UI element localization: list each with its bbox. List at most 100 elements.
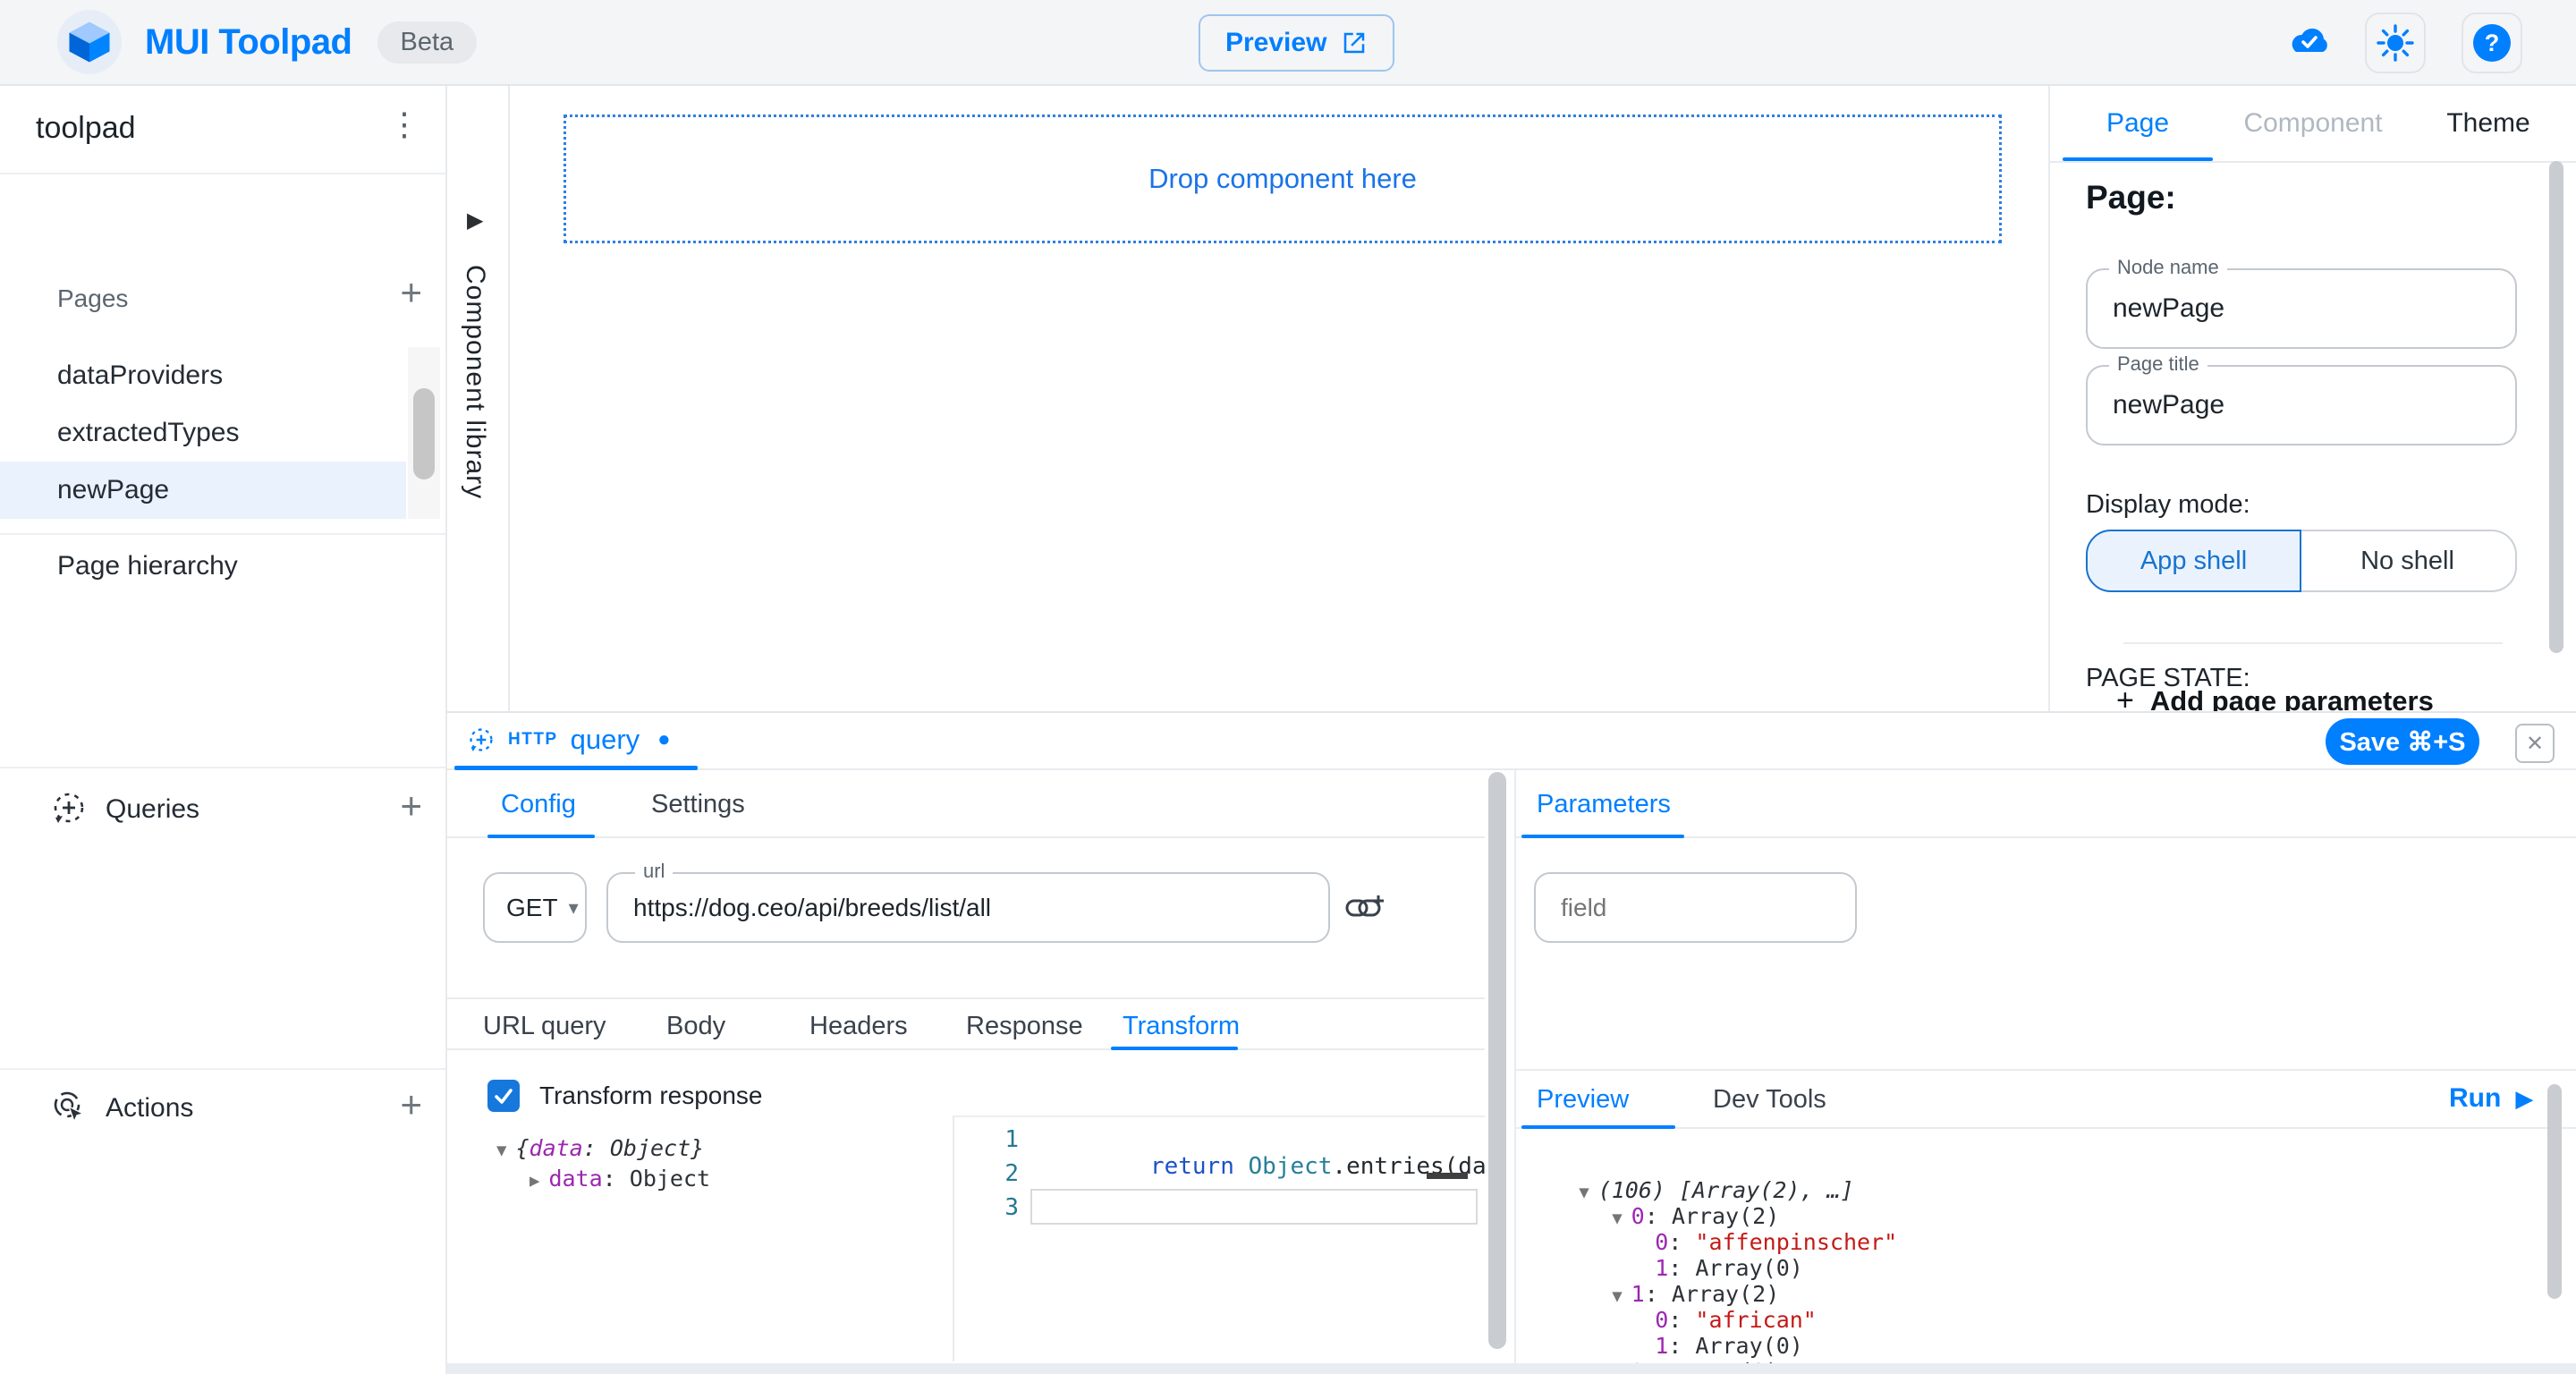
preview-scrollbar-thumb[interactable] <box>2547 1084 2562 1299</box>
tab-settings[interactable]: Settings <box>651 790 745 819</box>
tab-headers[interactable]: Headers <box>809 1012 908 1041</box>
config-tabs-row: Config Settings <box>447 770 1485 838</box>
url-field[interactable]: url <box>606 872 1330 943</box>
save-button[interactable]: Save ⌘+S <box>2326 718 2479 765</box>
divider <box>0 173 445 174</box>
add-action-button[interactable]: + <box>400 1086 422 1124</box>
no-shell-label: No shell <box>2360 547 2454 576</box>
expanded-icon[interactable]: ▼ <box>496 1141 506 1160</box>
line-number: 3 <box>954 1194 1019 1221</box>
json-tree-row[interactable]: ▼(106) [Array(2), …] <box>1514 1151 2543 1177</box>
json-tree-row[interactable]: 1: Array(0) <box>1514 1229 2543 1255</box>
tab-component[interactable]: Component <box>2225 86 2401 161</box>
query-tab-row: HTTP query ● Save ⌘+S ✕ <box>447 713 2576 770</box>
json-tree-row[interactable]: ▼2: Array(2) <box>1514 1333 2543 1359</box>
tab-body[interactable]: Body <box>666 1012 725 1041</box>
close-icon: ✕ <box>2526 731 2544 757</box>
sidebar-item-dataproviders[interactable]: dataProviders <box>0 347 406 404</box>
preview-button[interactable]: Preview <box>1199 14 1394 72</box>
sidebar-item-newpage-selected[interactable]: newPage <box>0 462 406 519</box>
tab-page[interactable]: Page <box>2050 86 2225 161</box>
queries-section-title: Queries <box>106 794 199 825</box>
run-button[interactable]: Run ▶ <box>2449 1083 2533 1114</box>
node-name-input[interactable] <box>2088 270 2515 347</box>
node-name-label: Node name <box>2109 256 2227 279</box>
tab-preview[interactable]: Preview <box>1537 1085 1629 1115</box>
beta-badge: Beta <box>377 21 478 64</box>
display-mode-no-shell[interactable]: No shell <box>2300 530 2517 592</box>
page-title-input[interactable] <box>2088 367 2515 444</box>
sidebar-item-extractedtypes[interactable]: extractedTypes <box>0 404 406 462</box>
url-input[interactable] <box>608 874 1328 941</box>
json-tree-row[interactable]: ▼1: Array(2) <box>1514 1255 2543 1281</box>
inspector-panel: Page Component Theme Page: Node name Pag… <box>2048 86 2576 711</box>
tab-dev-tools[interactable]: Dev Tools <box>1713 1085 1826 1115</box>
transform-underline <box>1111 1047 1238 1050</box>
component-library-strip[interactable]: ▶ Component library <box>447 86 510 711</box>
project-menu-button[interactable]: ⋮ <box>388 106 420 143</box>
transform-code-editor[interactable]: 1 2 3 return Object.entries(data.messag <box>953 1115 1485 1361</box>
page-item-label: extractedTypes <box>57 418 239 448</box>
query-tab[interactable]: HTTP query ● <box>467 713 671 767</box>
project-sidebar: toolpad ⋮ Pages + dataProviders extracte… <box>0 86 447 1374</box>
help-button[interactable]: ? <box>2462 13 2522 73</box>
config-underline <box>487 835 595 838</box>
theme-toggle-button[interactable] <box>2365 13 2426 73</box>
mui-logo-icon <box>65 18 114 66</box>
http-query-icon <box>467 725 496 754</box>
panel-splitter-scrollbar[interactable] <box>1488 772 1506 1349</box>
queries-icon <box>50 789 88 833</box>
parameters-underline <box>1521 835 1684 838</box>
parameter-field-input[interactable] <box>1536 874 1855 941</box>
node-name-field[interactable]: Node name <box>2086 268 2517 349</box>
horizontal-scrollbar-track[interactable] <box>447 1363 2576 1374</box>
page-section-heading: Page: <box>2086 179 2176 216</box>
code-keyword: return <box>1150 1153 1234 1180</box>
transform-response-checkbox[interactable] <box>487 1080 520 1112</box>
display-mode-app-shell[interactable]: App shell <box>2086 530 2301 592</box>
parameter-field[interactable] <box>1534 872 1857 943</box>
help-icon: ? <box>2471 22 2512 64</box>
page-canvas: Drop component here <box>510 86 2048 711</box>
method-value: GET <box>506 894 558 922</box>
add-link-icon[interactable] <box>1344 888 1387 928</box>
inspector-scrollbar-thumb[interactable] <box>2549 161 2563 653</box>
add-page-parameters-button[interactable]: + Add page parameters <box>2116 683 2434 711</box>
preview-underline <box>1521 1125 1675 1129</box>
tab-response[interactable]: Response <box>966 1012 1083 1041</box>
scope-tree-child[interactable]: ▶data: Object <box>530 1166 710 1192</box>
tab-theme[interactable]: Theme <box>2401 86 2576 161</box>
json-tree-row[interactable]: 0: "african" <box>1514 1281 2543 1307</box>
sidebar-item-page-hierarchy[interactable]: Page hierarchy <box>57 551 238 581</box>
external-link-icon <box>1341 30 1368 56</box>
display-mode-label: Display mode: <box>2086 490 2250 520</box>
json-tree-row[interactable]: 0: "affenpinscher" <box>1514 1203 2543 1229</box>
save-button-label: Save ⌘+S <box>2339 726 2465 758</box>
scope-tree-root[interactable]: ▼{data: Object} <box>496 1135 704 1161</box>
add-query-button[interactable]: + <box>400 787 422 825</box>
tab-url-query[interactable]: URL query <box>483 1012 606 1041</box>
page-title-field[interactable]: Page title <box>2086 365 2517 445</box>
tab-parameters[interactable]: Parameters <box>1537 790 1671 819</box>
tab-component-label: Component <box>2243 108 2382 139</box>
collapsed-icon[interactable]: ▶ <box>530 1171 539 1191</box>
project-header: toolpad ⋮ <box>0 86 445 173</box>
tab-transform[interactable]: Transform <box>1123 1012 1240 1041</box>
pages-scrollbar-track[interactable] <box>408 347 440 519</box>
scope-root-type: : Object} <box>583 1135 704 1161</box>
method-select[interactable]: GET ▾ <box>483 872 587 943</box>
expand-library-icon[interactable]: ▶ <box>467 208 483 233</box>
page-item-label: dataProviders <box>57 360 223 391</box>
drop-component-target[interactable]: Drop component here <box>564 114 2002 243</box>
code-object: Object <box>1234 1153 1333 1180</box>
sidebar-item-dataproviders[interactable] <box>0 261 406 318</box>
unsaved-indicator-dot: ● <box>657 727 671 752</box>
line-number: 1 <box>954 1126 1019 1153</box>
close-panel-button[interactable]: ✕ <box>2515 724 2555 763</box>
pages-scrollbar-thumb[interactable] <box>413 388 435 479</box>
json-tree-row[interactable]: ▼0: Array(2) <box>1514 1177 2543 1203</box>
tab-theme-label: Theme <box>2446 108 2529 139</box>
json-tree-row[interactable]: 1: Array(0) <box>1514 1307 2543 1333</box>
run-play-icon: ▶ <box>2515 1085 2533 1113</box>
tab-config[interactable]: Config <box>501 790 576 819</box>
